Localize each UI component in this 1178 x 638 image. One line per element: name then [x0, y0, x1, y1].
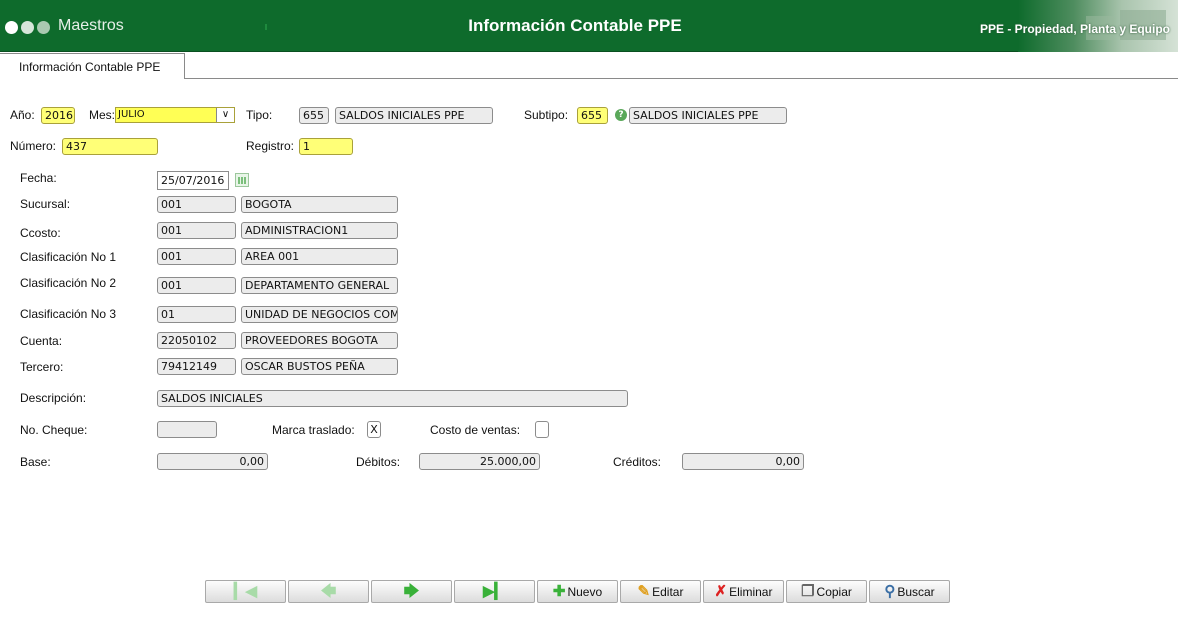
cuenta-code-field[interactable]: 22050102 [157, 332, 236, 349]
tercero-label: Tercero: [20, 360, 64, 374]
debitos-label: Débitos: [356, 455, 401, 469]
clasif2-code-field[interactable]: 001 [157, 277, 236, 294]
tab-strip: Información Contable PPE [0, 52, 1178, 79]
last-record-button[interactable]: ▶▎ [454, 580, 535, 603]
descripcion-field[interactable]: SALDOS INICIALES [157, 390, 628, 407]
tab-informacion-contable[interactable]: Información Contable PPE [0, 53, 185, 79]
mes-label: Mes: [89, 108, 116, 122]
numero-label: Número: [10, 139, 57, 153]
base-field[interactable]: 0,00 [157, 453, 268, 470]
base-label: Base: [20, 455, 51, 469]
clasif1-label: Clasificación No 1 [20, 250, 117, 264]
module-label: PPE - Propiedad, Planta y Equipo [979, 22, 1170, 36]
clasif3-label: Clasificación No 3 [20, 307, 117, 321]
descripcion-label: Descripción: [20, 391, 87, 405]
previous-record-button[interactable]: 🡄 [288, 580, 369, 603]
buscar-button[interactable]: ⚲ Buscar [869, 580, 950, 603]
costo-ventas-label: Costo de ventas: [430, 423, 521, 437]
arrow-right-icon: 🡆 [403, 583, 420, 600]
cheque-field[interactable] [157, 421, 217, 438]
ccosto-code-field[interactable]: 001 [157, 222, 236, 239]
ccosto-label: Ccosto: [20, 226, 61, 240]
calendar-icon[interactable] [235, 173, 249, 187]
creditos-label: Créditos: [613, 455, 662, 469]
sucursal-code-field[interactable]: 001 [157, 196, 236, 213]
clasif1-name-field[interactable]: AREA 001 [241, 248, 398, 265]
tercero-code-field[interactable]: 79412149 [157, 358, 236, 375]
clasif1-code-field[interactable]: 001 [157, 248, 236, 265]
marca-traslado-label: Marca traslado: [272, 423, 355, 437]
delete-x-icon: ✗ [714, 583, 728, 600]
clasif3-code-field[interactable]: 01 [157, 306, 236, 323]
page-title: Información Contable PPE [468, 16, 682, 35]
registro-field[interactable]: 1 [299, 138, 353, 155]
numero-field[interactable]: 437 [62, 138, 158, 155]
eliminar-label: Eliminar [729, 584, 773, 599]
last-record-icon: ▶▎ [482, 583, 507, 600]
copiar-label: Copiar [816, 584, 852, 599]
ccosto-name-field[interactable]: ADMINISTRACION1 [241, 222, 398, 239]
tipo-name-field[interactable]: SALDOS INICIALES PPE [335, 107, 493, 124]
chevron-down-icon[interactable]: ∨ [216, 108, 234, 122]
creditos-field[interactable]: 0,00 [682, 453, 804, 470]
copiar-button[interactable]: ❐ Copiar [786, 580, 867, 603]
app-header: Maestros Información Contable PPE PPE - … [0, 0, 1178, 52]
costo-ventas-checkbox[interactable] [535, 421, 549, 438]
tipo-code-field[interactable]: 655 [299, 107, 329, 124]
registro-label: Registro: [246, 139, 295, 153]
first-record-button[interactable]: ▎◀ [205, 580, 286, 603]
magnifier-icon: ⚲ [884, 583, 896, 600]
first-record-icon: ▎◀ [233, 583, 258, 600]
anio-field[interactable]: 2016 [41, 107, 75, 124]
sucursal-name-field[interactable]: BOGOTA [241, 196, 398, 213]
help-icon[interactable]: ? [615, 109, 627, 121]
pencil-icon: ✎ [637, 583, 651, 600]
tercero-name-field[interactable]: OSCAR BUSTOS PEÑA [241, 358, 398, 375]
mes-select[interactable]: JULIO ∨ [115, 107, 235, 123]
cheque-label: No. Cheque: [20, 423, 88, 437]
nuevo-label: Nuevo [567, 584, 603, 599]
clasif3-name-field[interactable]: UNIDAD DE NEGOCIOS COM [241, 306, 398, 323]
nuevo-button[interactable]: ✚ Nuevo [537, 580, 618, 603]
arrow-left-icon: 🡄 [320, 583, 337, 600]
clasif2-label: Clasificación No 2 [20, 276, 117, 290]
editar-button[interactable]: ✎ Editar [620, 580, 701, 603]
anio-label: Año: [10, 108, 35, 122]
debitos-field[interactable]: 25.000,00 [419, 453, 540, 470]
copy-icon: ❐ [801, 583, 815, 600]
marca-traslado-checkbox[interactable]: X [367, 421, 381, 438]
fecha-label: Fecha: [20, 171, 57, 185]
editar-label: Editar [652, 584, 684, 599]
subtipo-code-field[interactable]: 655 [577, 107, 608, 124]
subtipo-label: Subtipo: [524, 108, 569, 122]
eliminar-button[interactable]: ✗ Eliminar [703, 580, 784, 603]
cuenta-name-field[interactable]: PROVEEDORES BOGOTA [241, 332, 398, 349]
cuenta-label: Cuenta: [20, 334, 63, 348]
buscar-label: Buscar [897, 584, 935, 599]
record-toolbar: ▎◀ 🡄 🡆 ▶▎ ✚ Nuevo ✎ Editar ✗ Eliminar ❐ … [205, 580, 950, 603]
clasif2-name-field[interactable]: DEPARTAMENTO GENERAL [241, 277, 398, 294]
fecha-field[interactable]: 25/07/2016 [157, 171, 229, 190]
next-record-button[interactable]: 🡆 [371, 580, 452, 603]
sucursal-label: Sucursal: [20, 197, 71, 211]
subtipo-name-field[interactable]: SALDOS INICIALES PPE [629, 107, 787, 124]
tipo-label: Tipo: [246, 108, 273, 122]
plus-icon: ✚ [552, 583, 566, 600]
mes-select-value: JULIO [118, 109, 145, 120]
